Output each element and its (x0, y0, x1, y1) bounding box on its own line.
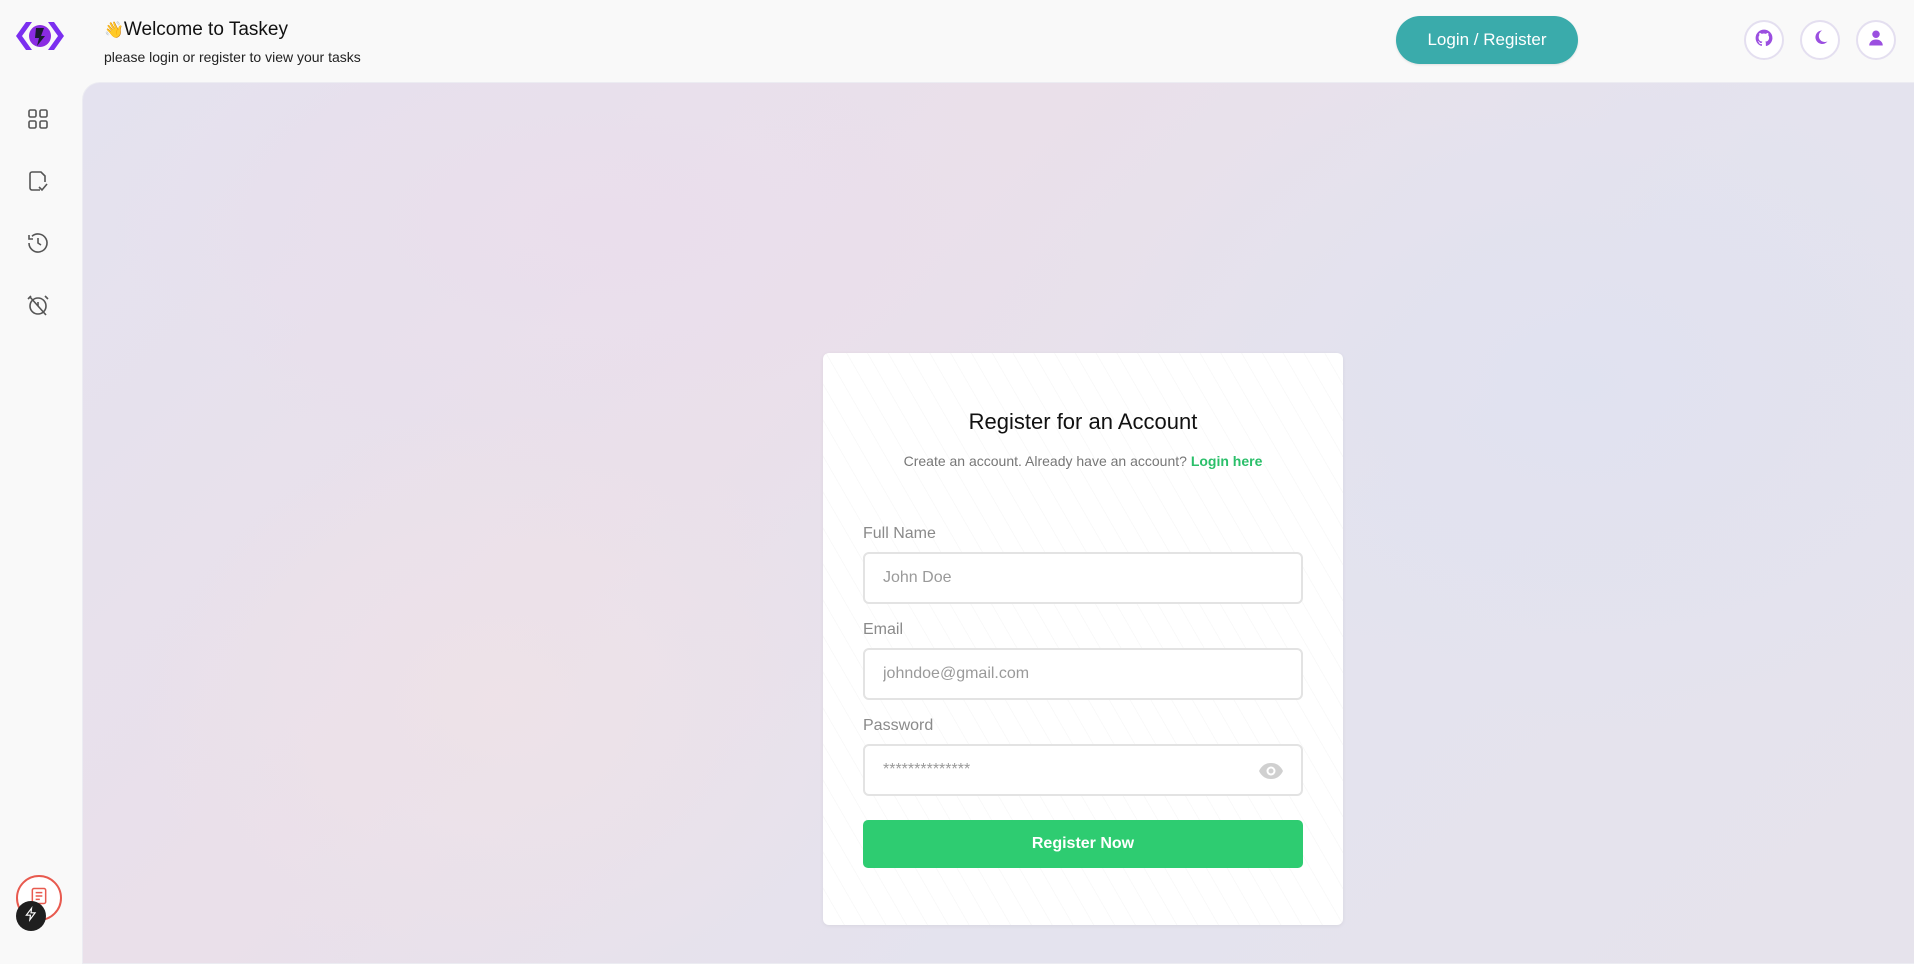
task-check-icon (26, 169, 50, 198)
taskey-logo-icon[interactable] (14, 16, 66, 56)
dashboard-grid-icon (26, 107, 50, 136)
password-label: Password (863, 717, 934, 734)
eye-icon (1258, 760, 1284, 787)
profile-button[interactable] (1856, 20, 1896, 60)
user-icon (1867, 29, 1885, 52)
bolt-button[interactable] (16, 901, 46, 931)
moon-icon (1811, 29, 1829, 52)
sidebar-item-history[interactable] (24, 231, 52, 259)
github-icon (1754, 28, 1774, 53)
login-here-link[interactable]: Login here (1191, 453, 1263, 469)
main-content: Register for an Account Create an accoun… (82, 82, 1914, 964)
sidebar-item-timer[interactable] (24, 293, 52, 321)
register-subtitle: Create an account. Already have an accou… (903, 453, 1263, 469)
toggle-password-visibility[interactable] (1257, 759, 1285, 787)
register-card: Register for an Account Create an accoun… (823, 353, 1343, 925)
page-subtitle: please login or register to view your ta… (104, 49, 361, 65)
page-title: 👋Welcome to Taskey (104, 19, 288, 40)
full-name-label: Full Name (863, 525, 936, 542)
register-now-button[interactable]: Register Now (863, 820, 1303, 868)
register-title: Register for an Account (968, 409, 1198, 434)
sidebar-item-dashboard[interactable] (24, 107, 52, 135)
timer-off-icon (26, 293, 50, 322)
full-name-input[interactable] (863, 552, 1303, 604)
welcome-block: 👋Welcome to Taskey please login or regis… (104, 18, 361, 67)
login-register-button[interactable]: Login / Register (1396, 16, 1578, 64)
wave-icon: 👋 (104, 22, 124, 39)
sidebar-item-tasks[interactable] (24, 169, 52, 197)
bolt-icon (24, 905, 38, 927)
github-button[interactable] (1744, 20, 1784, 60)
theme-toggle-button[interactable] (1800, 20, 1840, 60)
email-input[interactable] (863, 648, 1303, 700)
password-input[interactable] (863, 744, 1303, 796)
email-label: Email (863, 621, 904, 638)
history-clock-icon (26, 231, 50, 260)
